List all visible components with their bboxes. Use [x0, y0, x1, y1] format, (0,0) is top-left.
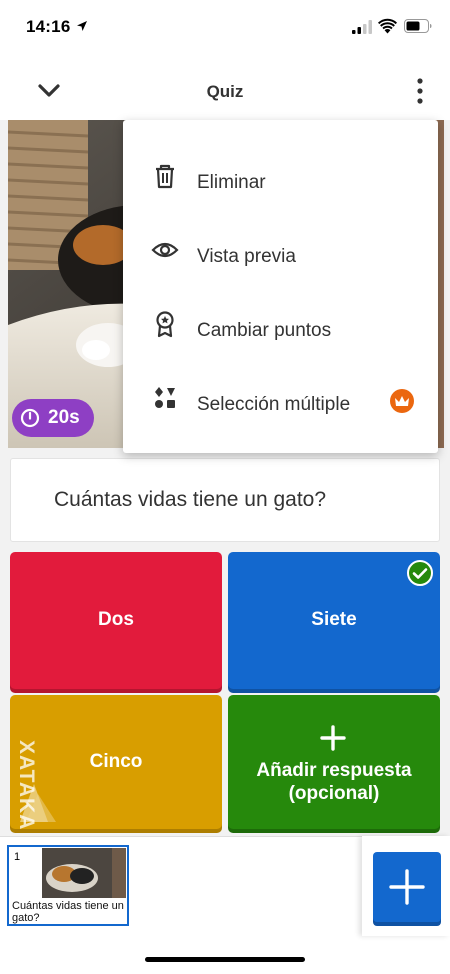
- time-limit-value: 20s: [48, 407, 80, 428]
- crown-icon: [395, 396, 409, 406]
- add-slide-button[interactable]: [373, 852, 441, 922]
- menu-item-multiple-choice[interactable]: Selección múltiple: [123, 360, 438, 434]
- top-app-bar: Quiz: [0, 56, 450, 120]
- location-arrow-icon: [77, 21, 87, 31]
- cell-signal-icon: [352, 20, 372, 34]
- menu-item-change-points[interactable]: Cambiar puntos: [123, 286, 438, 360]
- menu-item-label: Selección múltiple: [197, 394, 351, 415]
- add-answer-label: Añadir respuesta (opcional): [256, 760, 412, 804]
- slide-thumbnail-title: Cuántas vidas tiene un gato?: [12, 900, 124, 924]
- plus-icon: [320, 725, 346, 751]
- eye-icon: [151, 242, 179, 258]
- slide-thumbnail[interactable]: 1 Cuántas vidas tiene un gato?: [7, 845, 129, 926]
- status-bar: 14:16: [0, 0, 450, 56]
- add-answer-button[interactable]: Añadir respuesta (opcional): [228, 695, 440, 829]
- page-title: Quiz: [206, 82, 244, 101]
- answer-label: Siete: [311, 609, 357, 630]
- question-text: Cuántas vidas tiene un gato?: [54, 488, 327, 511]
- slide-thumbnail-image: [42, 848, 126, 898]
- menu-item-label: Eliminar: [197, 172, 266, 193]
- status-time: 14:16: [26, 17, 71, 36]
- time-limit-badge[interactable]: 20s: [12, 399, 94, 437]
- menu-item-delete[interactable]: Eliminar: [123, 138, 438, 212]
- home-indicator: [145, 957, 305, 962]
- answer-option-2[interactable]: Siete: [228, 552, 440, 689]
- answer-option-3[interactable]: Cinco: [10, 695, 222, 829]
- plus-icon: [389, 869, 425, 905]
- timer-icon: [20, 408, 40, 428]
- menu-item-label: Vista previa: [197, 246, 296, 267]
- menu-item-preview[interactable]: Vista previa: [123, 212, 438, 286]
- correct-check-icon[interactable]: [407, 560, 433, 586]
- premium-badge: [390, 389, 414, 413]
- wifi-icon: [378, 18, 397, 34]
- trash-icon: [156, 164, 174, 189]
- menu-item-label: Cambiar puntos: [197, 320, 332, 341]
- more-options-icon[interactable]: [410, 76, 430, 106]
- battery-icon: [404, 19, 432, 33]
- question-input[interactable]: Cuántas vidas tiene un gato?: [10, 458, 440, 542]
- grid-dots-icon: [155, 387, 175, 408]
- slide-number: 1: [14, 851, 21, 863]
- answer-label: Cinco: [89, 751, 143, 772]
- answer-option-1[interactable]: Dos: [10, 552, 222, 689]
- answer-label: Dos: [98, 609, 134, 630]
- options-menu: Eliminar Vista previa Cambiar puntos Sel…: [123, 120, 438, 453]
- award-icon: [156, 311, 174, 338]
